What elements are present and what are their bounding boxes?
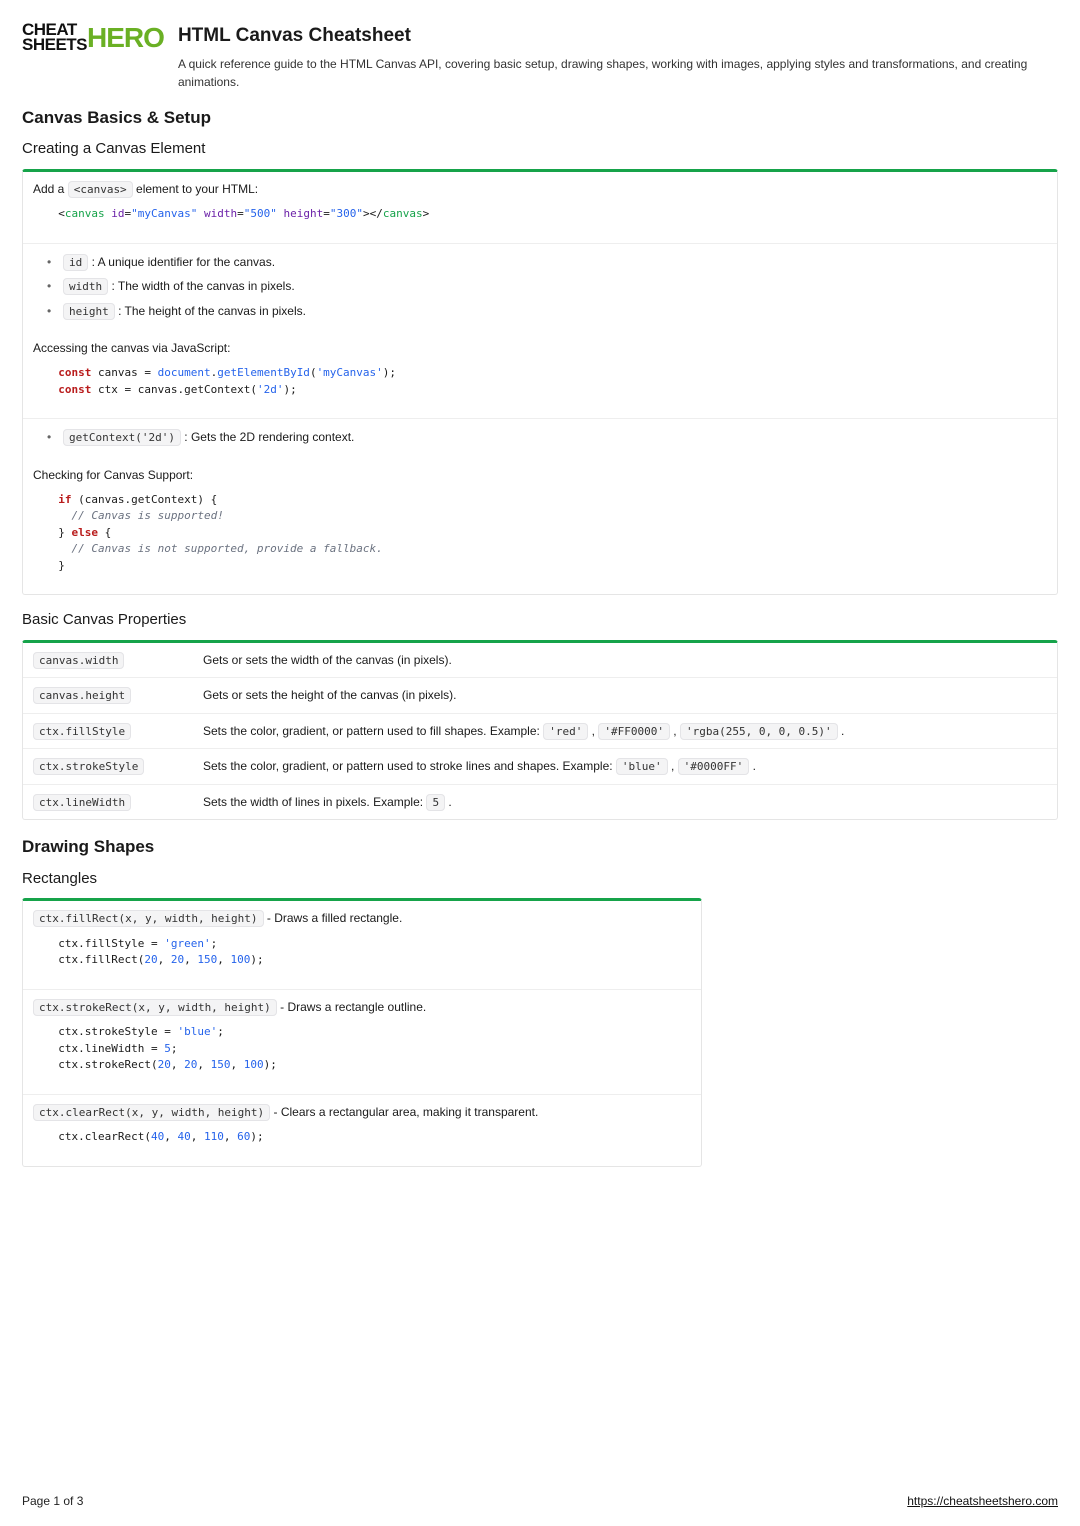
code-inline: ctx.fillRect(x, y, width, height) xyxy=(33,910,264,927)
code-block: const canvas = document.getElementById('… xyxy=(41,359,1039,408)
subsection-properties: Basic Canvas Properties xyxy=(22,609,1058,632)
logo: CHEAT SHEETS HERO xyxy=(22,22,164,53)
subsection-creating: Creating a Canvas Element xyxy=(22,138,1058,161)
text: Accessing the canvas via JavaScript: xyxy=(33,341,230,355)
text: - Draws a rectangle outline. xyxy=(280,1000,426,1014)
text: Checking for Canvas Support: xyxy=(33,468,193,482)
list-item: getContext('2d') : Gets the 2D rendering… xyxy=(47,425,1047,450)
table-row: ctx.strokeStyle Sets the color, gradient… xyxy=(23,749,1057,785)
list-item: id : A unique identifier for the canvas. xyxy=(47,250,1047,275)
table-row: ctx.fillStyle Sets the color, gradient, … xyxy=(23,713,1057,749)
page-number: Page 1 of 3 xyxy=(22,1492,83,1510)
code-inline: ctx.strokeRect(x, y, width, height) xyxy=(33,999,277,1016)
list-item: height : The height of the canvas in pix… xyxy=(47,299,1047,324)
code-inline: <canvas> xyxy=(68,181,133,198)
code-inline: ctx.clearRect(x, y, width, height) xyxy=(33,1104,270,1121)
table-row: canvas.height Gets or sets the height of… xyxy=(23,678,1057,714)
list-item: width : The width of the canvas in pixel… xyxy=(47,274,1047,299)
text: - Clears a rectangular area, making it t… xyxy=(274,1105,539,1119)
page-title: HTML Canvas Cheatsheet xyxy=(178,22,1058,51)
card-creating-canvas: Add a <canvas> element to your HTML: <ca… xyxy=(22,169,1058,596)
code-block: ctx.clearRect(40, 40, 110, 60); xyxy=(41,1123,683,1156)
card-properties: canvas.width Gets or sets the width of t… xyxy=(22,640,1058,821)
bullet-list: id : A unique identifier for the canvas.… xyxy=(23,244,1057,332)
page-subtitle: A quick reference guide to the HTML Canv… xyxy=(178,55,1058,91)
logo-text-right: HERO xyxy=(87,25,164,50)
page-header: CHEAT SHEETS HERO HTML Canvas Cheatsheet… xyxy=(22,22,1058,91)
logo-text-bottom: SHEETS xyxy=(22,37,87,52)
page-footer: Page 1 of 3 https://cheatsheetshero.com xyxy=(22,1492,1058,1510)
table-row: canvas.width Gets or sets the width of t… xyxy=(23,643,1057,678)
code-block: <canvas id="myCanvas" width="500" height… xyxy=(41,200,1039,233)
footer-link[interactable]: https://cheatsheetshero.com xyxy=(907,1492,1058,1510)
text: Add a xyxy=(33,182,68,196)
text: - Draws a filled rectangle. xyxy=(267,911,402,925)
code-block: ctx.fillStyle = 'green'; ctx.fillRect(20… xyxy=(41,930,683,979)
section-canvas-basics: Canvas Basics & Setup xyxy=(22,105,1058,131)
bullet-list: getContext('2d') : Gets the 2D rendering… xyxy=(23,419,1057,458)
text: element to your HTML: xyxy=(136,182,258,196)
section-drawing-shapes: Drawing Shapes xyxy=(22,834,1058,860)
subsection-rectangles: Rectangles xyxy=(22,868,1058,891)
card-rectangles: ctx.fillRect(x, y, width, height) - Draw… xyxy=(22,898,702,1167)
code-block: if (canvas.getContext) { // Canvas is su… xyxy=(41,486,1039,585)
table-row: ctx.lineWidth Sets the width of lines in… xyxy=(23,784,1057,819)
properties-table: canvas.width Gets or sets the width of t… xyxy=(23,643,1057,820)
code-block: ctx.strokeStyle = 'blue'; ctx.lineWidth … xyxy=(41,1018,683,1084)
